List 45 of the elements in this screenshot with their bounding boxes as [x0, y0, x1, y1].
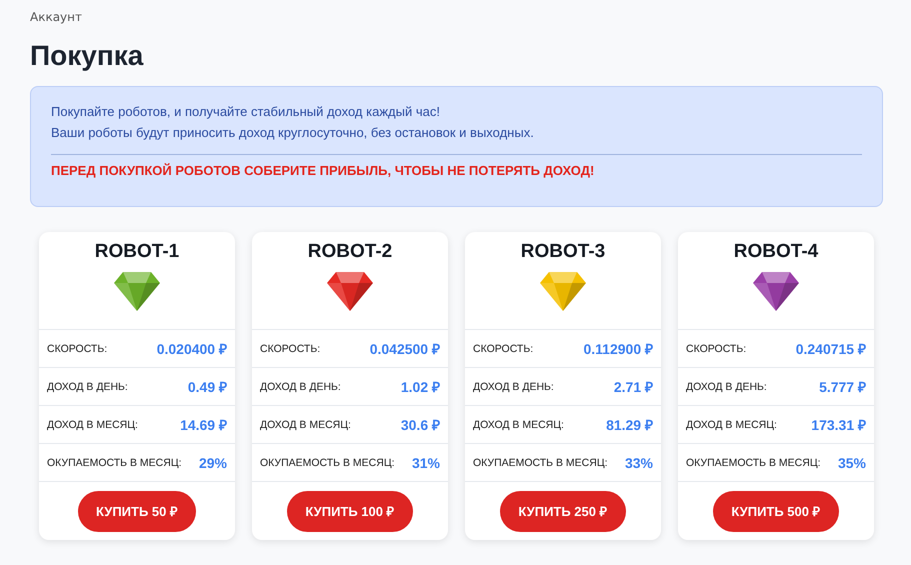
robot-name: ROBOT-4 [734, 241, 818, 263]
stat-label: ДОХОД В МЕСЯЦ: [473, 418, 564, 430]
robot-name: ROBOT-1 [94, 241, 180, 263]
warning-text: ПЕРЕД ПОКУПКОЙ РОБОТОВ СОБЕРИТЕ ПРИБЫЛЬ, ЧТОБЫ НЕ ПОТЕРЯТЬ ДОХОД! [51, 163, 596, 178]
stat-label: ДОХОД В МЕСЯЦ: [260, 418, 351, 430]
stat-label: ДОХОД В ДЕНЬ: [686, 380, 767, 392]
buy-button[interactable]: КУПИТЬ 250 ₽ [500, 490, 626, 532]
stat-value: 0.240715 ₽ [796, 340, 866, 358]
stat-value: 35% [838, 454, 866, 470]
stat-label: СКОРОСТЬ: [47, 342, 108, 354]
stat-value: 1.02 ₽ [400, 378, 440, 396]
stat-label: ДОХОД В ДЕНЬ: [473, 380, 554, 392]
stat-label: СКОРОСТЬ: [260, 342, 320, 354]
stat-value: 31% [412, 454, 440, 470]
buy-button[interactable]: КУПИТЬ 50 ₽ [78, 490, 196, 532]
stat-value: 0.112900 ₽ [583, 340, 653, 358]
info-text: Покупайте роботов, и получайте стабильный доход каждый час! [51, 103, 441, 121]
stat-value: 0.49 ₽ [188, 378, 227, 396]
page-title: Покупка [30, 40, 144, 72]
stat-label: ОКУПАЕМОСТЬ В МЕСЯЦ: [260, 456, 395, 468]
stat-label: ДОХОД В ДЕНЬ: [260, 380, 341, 392]
stat-label: ОКУПАЕМОСТЬ В МЕСЯЦ: [473, 456, 608, 468]
stat-label: ОКУПАЕМОСТЬ В МЕСЯЦ: [47, 456, 182, 468]
stat-value: 81.29 ₽ [606, 416, 653, 434]
stat-label: СКОРОСТЬ: [473, 342, 534, 354]
stat-label: ДОХОД В МЕСЯЦ: [47, 418, 138, 430]
robot-name: ROBOT-2 [308, 241, 392, 263]
stat-value: 29% [198, 454, 227, 470]
stat-value: 14.69 ₽ [180, 416, 227, 434]
stat-value: 0.020400 ₽ [156, 340, 227, 358]
stat-label: ДОХОД В ДЕНЬ: [47, 380, 128, 392]
info-text: Ваши роботы будут приносить доход круглосуточно, без остановок и выходных. [51, 124, 535, 142]
breadcrumb[interactable]: Аккаунт [30, 10, 881, 24]
stat-value: 173.31 ₽ [811, 416, 866, 434]
stat-value: 2.71 ₽ [614, 378, 653, 396]
stat-value: 33% [624, 454, 653, 470]
stat-label: ДОХОД В МЕСЯЦ: [686, 418, 777, 430]
robot-name: ROBOT-3 [520, 241, 606, 263]
stat-label: СКОРОСТЬ: [686, 342, 746, 354]
stat-label: ОКУПАЕМОСТЬ В МЕСЯЦ: [686, 456, 821, 468]
stat-value: 30.6 ₽ [400, 416, 440, 434]
stat-value: 0.042500 ₽ [370, 340, 440, 358]
buy-button[interactable]: КУПИТЬ 100 ₽ [287, 490, 413, 532]
stat-value: 5.777 ₽ [819, 378, 866, 396]
buy-button[interactable]: КУПИТЬ 500 ₽ [713, 490, 839, 532]
